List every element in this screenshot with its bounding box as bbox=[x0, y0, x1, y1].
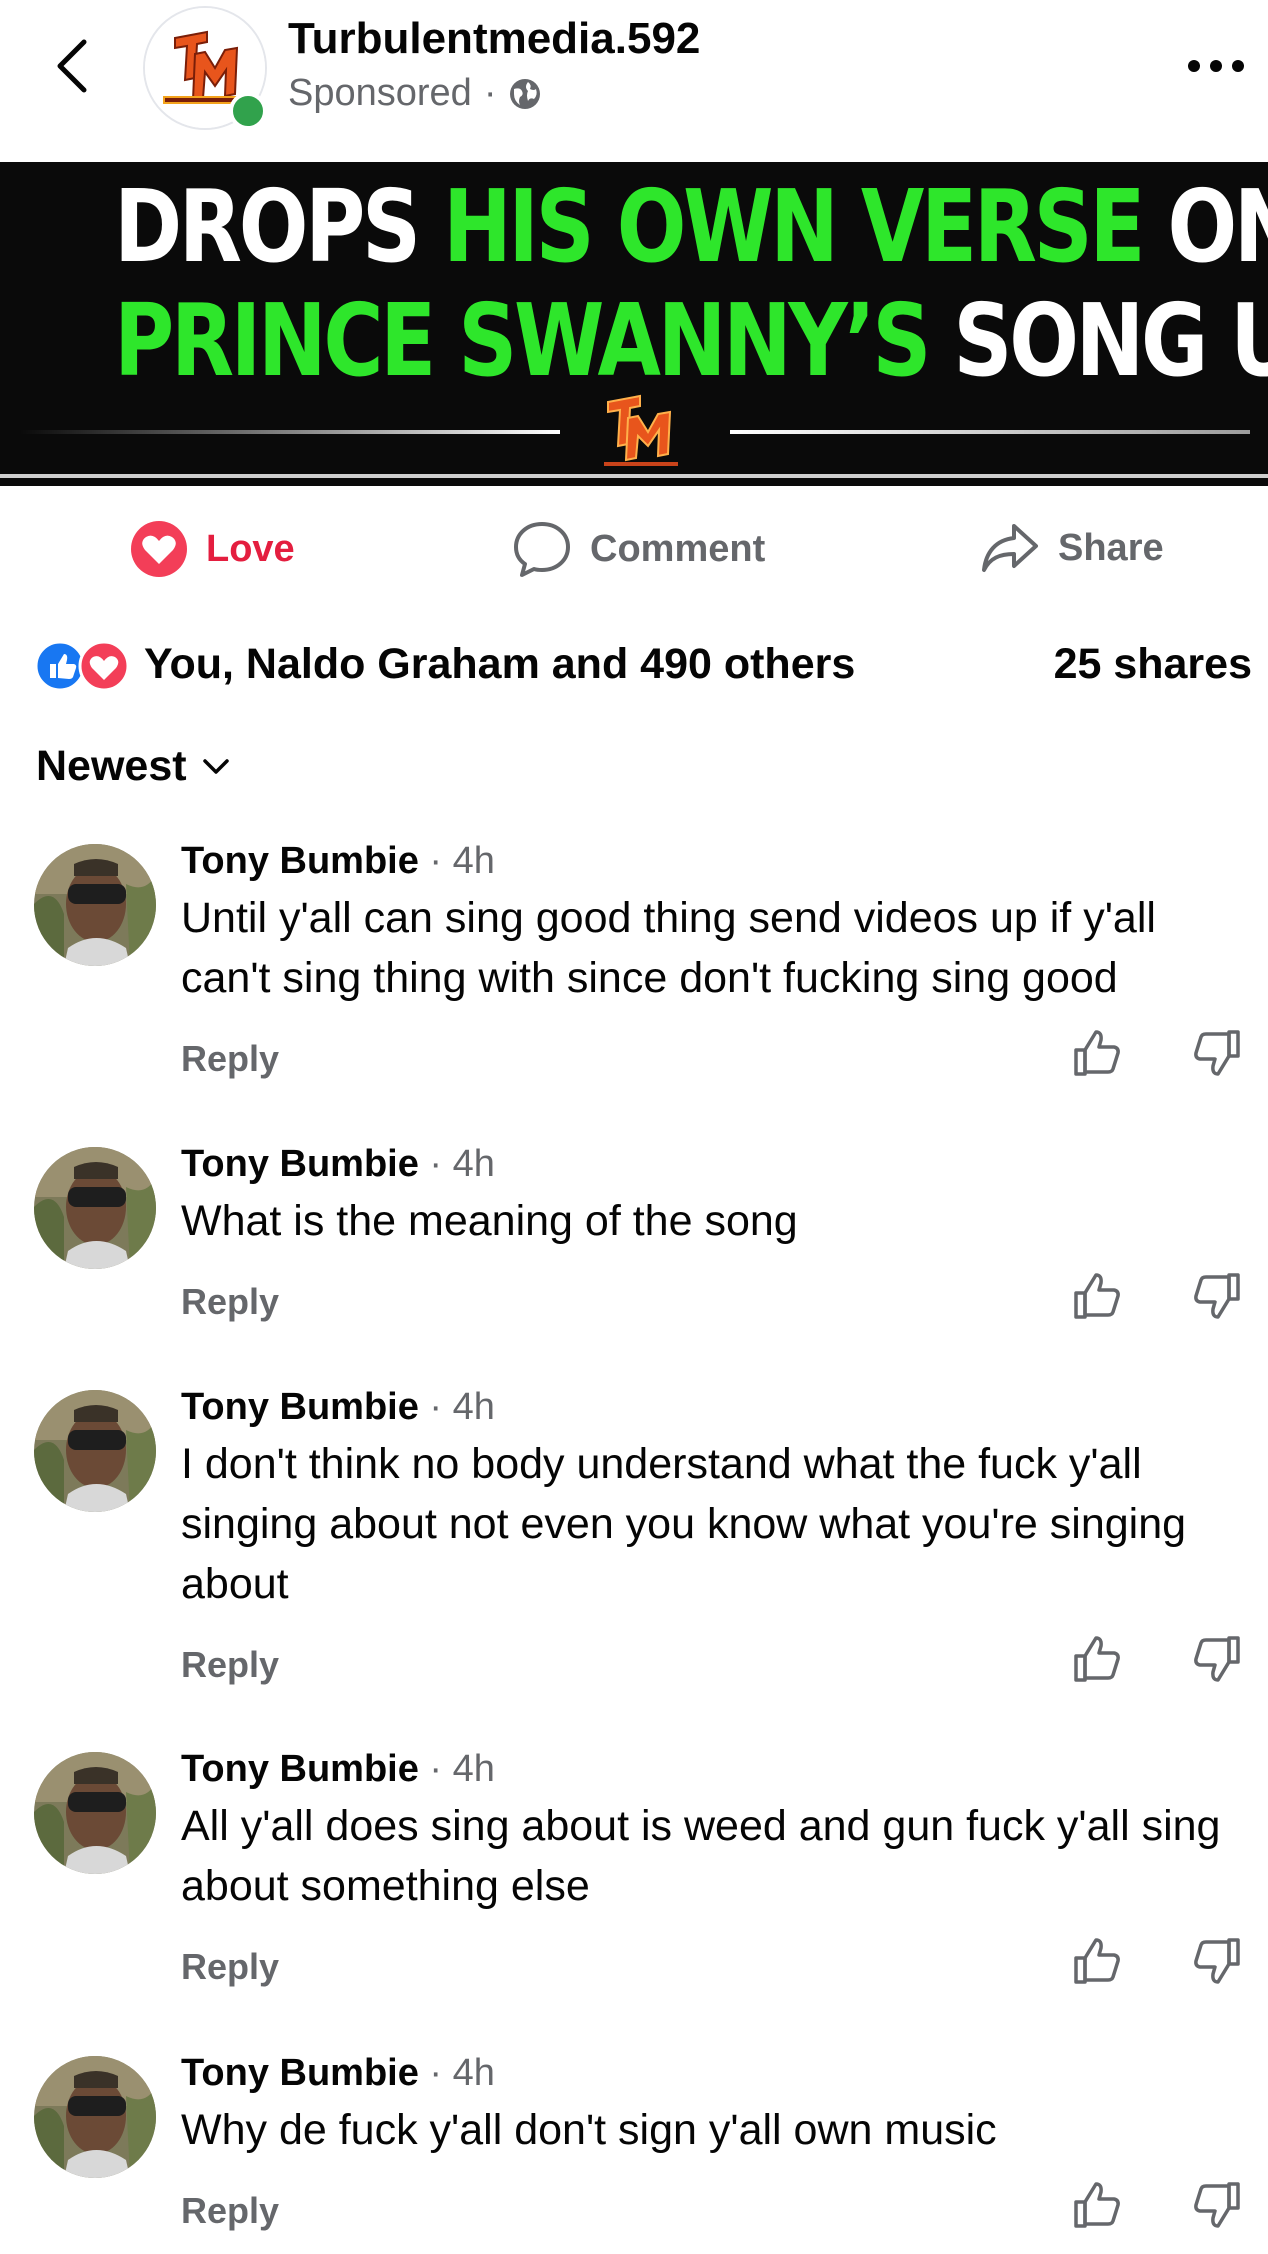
reply-button[interactable]: Reply bbox=[181, 1281, 279, 1323]
post-video-banner[interactable]: DROPS HIS OWN VERSE ON PRINCE SWANNY’S S… bbox=[0, 162, 1268, 486]
love-button[interactable]: Love bbox=[130, 520, 295, 578]
comment-text: Why de fuck y'all don't sign y'all own m… bbox=[181, 2106, 997, 2154]
more-options-icon[interactable] bbox=[1186, 58, 1246, 74]
banner-text-segment: HIS OWN VERSE bbox=[443, 168, 1145, 285]
commenter-photo bbox=[34, 1147, 156, 1269]
online-status-dot bbox=[229, 92, 267, 130]
separator-dot: · bbox=[483, 72, 497, 114]
thumbs-up-icon[interactable] bbox=[1070, 1934, 1124, 1988]
thumbs-up-icon[interactable] bbox=[1070, 1632, 1124, 1686]
banner-headline-line-2: PRINCE SWANNY’S SONG UNCLE bbox=[114, 282, 1268, 399]
comment-author-line: Tony Bumbie · 4h bbox=[181, 1143, 495, 1186]
comment-item: Tony Bumbie · 4h Until y'all can sing go… bbox=[0, 840, 1268, 1098]
comment-button[interactable]: Comment bbox=[512, 520, 765, 578]
comment-sort-dropdown[interactable]: Newest bbox=[36, 742, 231, 791]
comment-item: Tony Bumbie · 4h I don't think no body u… bbox=[0, 1386, 1268, 1704]
comment-item: Tony Bumbie · 4h What is the meaning of … bbox=[0, 1143, 1268, 1341]
like-love-reaction-icons bbox=[34, 640, 130, 692]
comment-author-name[interactable]: Tony Bumbie bbox=[181, 1143, 419, 1185]
comment-item: Tony Bumbie · 4h All y'all does sing abo… bbox=[0, 1748, 1268, 2006]
thumbs-down-icon[interactable] bbox=[1190, 2178, 1244, 2232]
comment-timestamp[interactable]: 4h bbox=[453, 2052, 495, 2094]
reply-button[interactable]: Reply bbox=[181, 1644, 279, 1686]
post-action-bar: Love Comment Share bbox=[0, 486, 1268, 606]
commenter-photo bbox=[34, 844, 156, 966]
globe-icon bbox=[510, 78, 541, 109]
comment-item: Tony Bumbie · 4h Why de fuck y'all don't… bbox=[0, 2052, 1268, 2250]
sponsored-label: Sponsored · bbox=[288, 72, 542, 115]
comment-author-name[interactable]: Tony Bumbie bbox=[181, 2052, 419, 2094]
thumbs-up-icon[interactable] bbox=[1070, 1026, 1124, 1080]
meta-separator-dot: · bbox=[429, 2052, 453, 2094]
share-button-label: Share bbox=[1058, 526, 1164, 569]
share-button[interactable]: Share bbox=[980, 520, 1164, 576]
back-arrow-icon[interactable] bbox=[52, 36, 92, 96]
reply-button[interactable]: Reply bbox=[181, 1038, 279, 1080]
comment-bubble-icon bbox=[514, 522, 570, 577]
comment-author-line: Tony Bumbie · 4h bbox=[181, 1386, 495, 1429]
comment-author-name[interactable]: Tony Bumbie bbox=[181, 1386, 419, 1428]
thumbs-up-icon[interactable] bbox=[1070, 1269, 1124, 1323]
meta-separator-dot: · bbox=[429, 840, 453, 882]
sort-label: Newest bbox=[36, 742, 187, 790]
commenter-avatar[interactable] bbox=[34, 2056, 156, 2178]
banner-divider-right bbox=[730, 430, 1250, 434]
page-name[interactable]: Turbulentmedia.592 bbox=[288, 14, 700, 64]
comment-author-name[interactable]: Tony Bumbie bbox=[181, 840, 419, 882]
meta-separator-dot: · bbox=[429, 1386, 453, 1428]
banner-bottom-border bbox=[0, 474, 1268, 478]
comment-author-line: Tony Bumbie · 4h bbox=[181, 2052, 495, 2095]
banner-divider-left bbox=[20, 430, 560, 434]
thumbs-down-icon[interactable] bbox=[1190, 1632, 1244, 1686]
post-header: Turbulentmedia.592 Sponsored · bbox=[0, 0, 1268, 162]
comment-timestamp[interactable]: 4h bbox=[453, 1748, 495, 1790]
share-arrow-icon bbox=[982, 524, 1038, 572]
comment-timestamp[interactable]: 4h bbox=[453, 840, 495, 882]
comment-timestamp[interactable]: 4h bbox=[453, 1143, 495, 1185]
reply-button[interactable]: Reply bbox=[181, 1946, 279, 1988]
shares-count[interactable]: 25 shares bbox=[1054, 640, 1252, 689]
commenter-avatar[interactable] bbox=[34, 1752, 156, 1874]
comment-text: What is the meaning of the song bbox=[181, 1197, 798, 1245]
comment-button-label: Comment bbox=[590, 527, 766, 570]
comment-text: Until y'all can sing good thing send vid… bbox=[181, 894, 1156, 1002]
thumbs-down-icon[interactable] bbox=[1190, 1269, 1244, 1323]
banner-tm-logo bbox=[604, 394, 678, 466]
comment-author-line: Tony Bumbie · 4h bbox=[181, 1748, 495, 1791]
commenter-photo bbox=[34, 1752, 156, 1874]
commenter-photo bbox=[34, 2056, 156, 2178]
comment-text: All y'all does sing about is weed and gu… bbox=[181, 1802, 1221, 1910]
banner-text-segment: SONG UNCLE bbox=[953, 282, 1268, 399]
banner-headline-line-1: DROPS HIS OWN VERSE ON bbox=[114, 168, 1268, 285]
chevron-down-icon bbox=[202, 758, 229, 774]
reply-button[interactable]: Reply bbox=[181, 2190, 279, 2232]
commenter-avatar[interactable] bbox=[34, 844, 156, 966]
banner-text-segment: ON bbox=[1167, 168, 1268, 285]
meta-separator-dot: · bbox=[429, 1748, 453, 1790]
banner-text-segment: DROPS bbox=[114, 168, 444, 285]
thumbs-down-icon[interactable] bbox=[1190, 1026, 1244, 1080]
meta-separator-dot: · bbox=[429, 1143, 453, 1185]
comment-text: I don't think no body understand what th… bbox=[181, 1440, 1187, 1608]
comment-timestamp[interactable]: 4h bbox=[453, 1386, 495, 1428]
commenter-photo bbox=[34, 1390, 156, 1512]
comment-author-name[interactable]: Tony Bumbie bbox=[181, 1748, 419, 1790]
thumbs-up-icon[interactable] bbox=[1070, 2178, 1124, 2232]
love-button-label: Love bbox=[206, 527, 295, 570]
commenter-avatar[interactable] bbox=[34, 1147, 156, 1269]
banner-text-segment: PRINCE SWANNY’S bbox=[114, 282, 931, 399]
sponsored-text: Sponsored bbox=[288, 72, 472, 114]
thumbs-down-icon[interactable] bbox=[1190, 1934, 1244, 1988]
reactions-summary[interactable]: You, Naldo Graham and 490 others 25 shar… bbox=[34, 638, 1252, 692]
love-reaction-icon bbox=[131, 521, 187, 577]
comment-author-line: Tony Bumbie · 4h bbox=[181, 840, 495, 883]
reactions-count-text[interactable]: You, Naldo Graham and 490 others bbox=[144, 640, 855, 689]
commenter-avatar[interactable] bbox=[34, 1390, 156, 1512]
